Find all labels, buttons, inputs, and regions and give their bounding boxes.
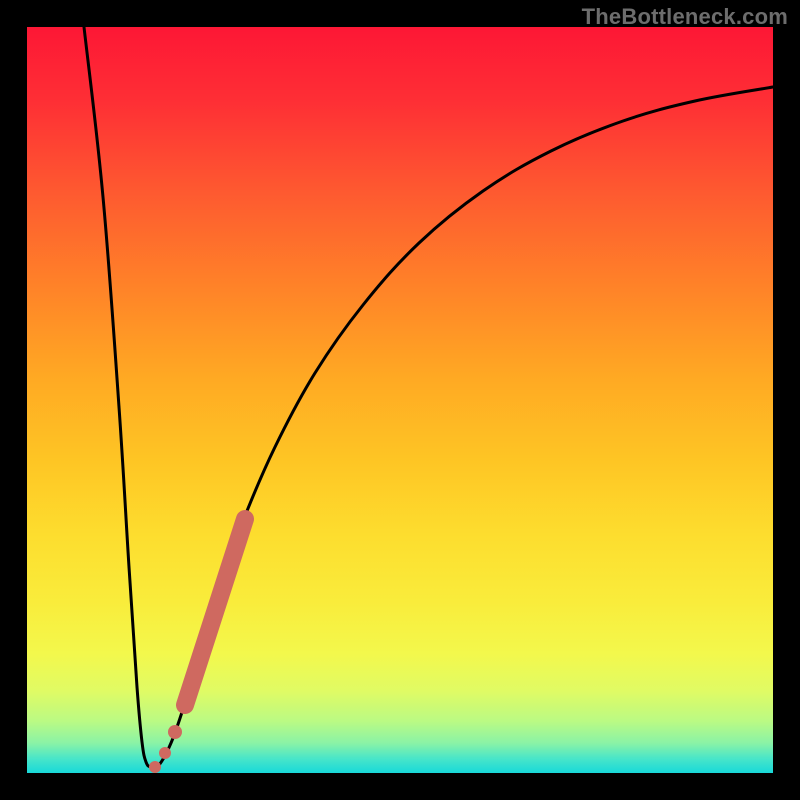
bottleneck-curve (84, 27, 773, 768)
curve-layer (27, 27, 773, 773)
marker-dot (159, 747, 171, 759)
marker-segment (185, 519, 245, 705)
marker-dots (149, 725, 182, 773)
plot-area (27, 27, 773, 773)
chart-frame: TheBottleneck.com (0, 0, 800, 800)
marker-dot (149, 761, 161, 773)
marker-dot (168, 725, 182, 739)
